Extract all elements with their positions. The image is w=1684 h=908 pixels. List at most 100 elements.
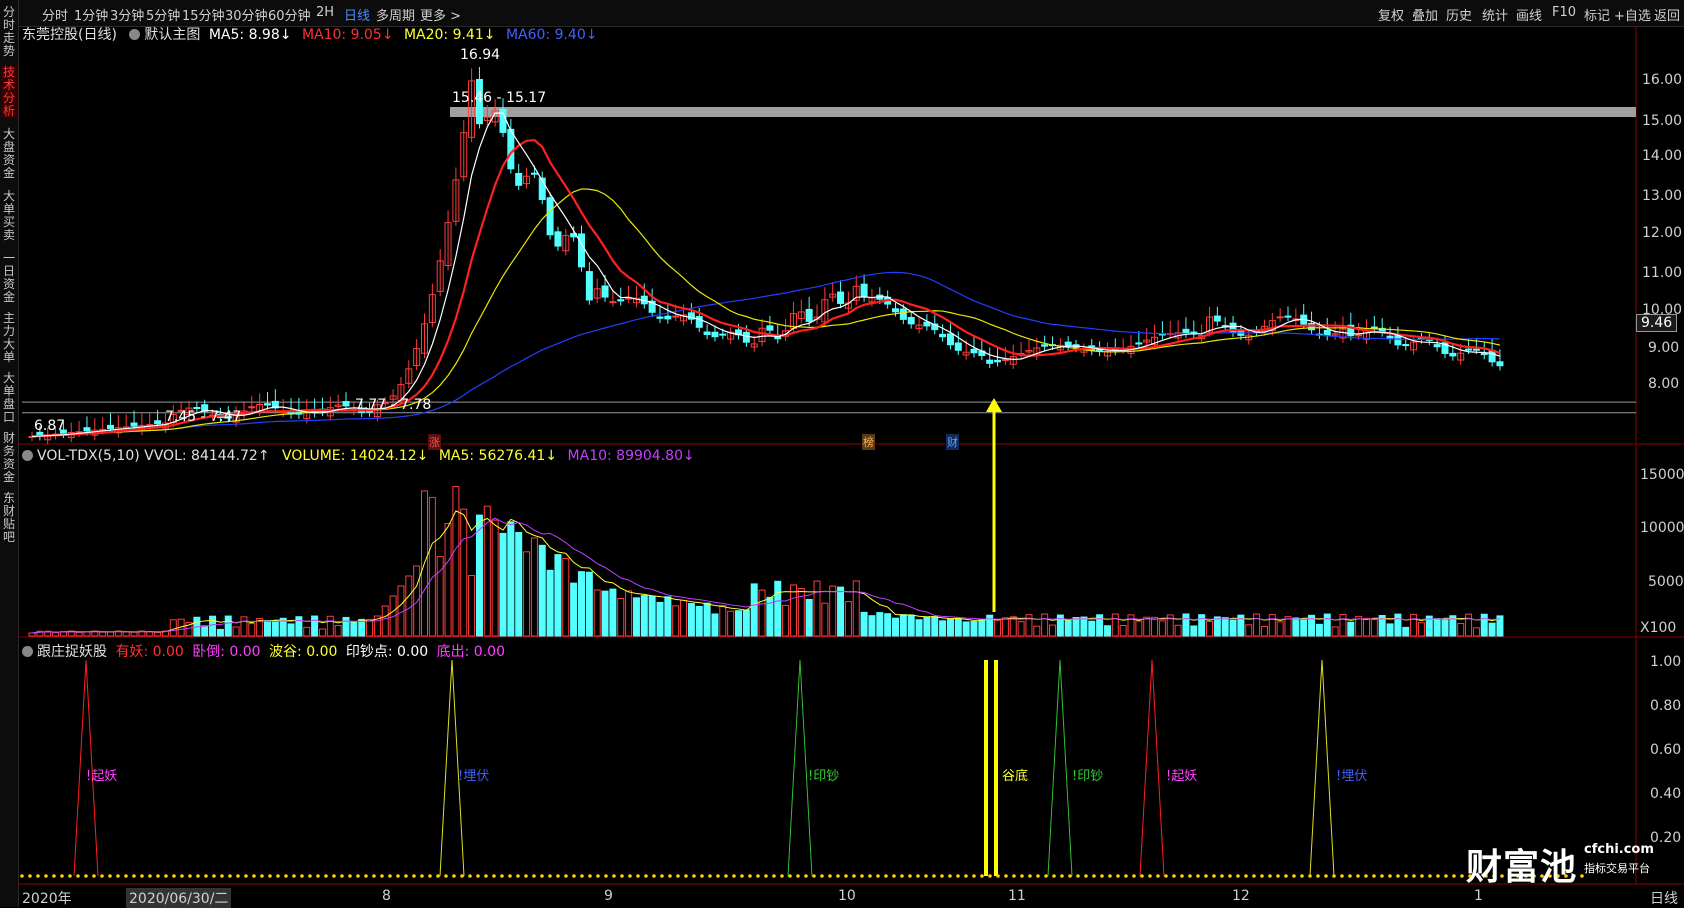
baseline-dot <box>756 874 760 878</box>
rank-marker[interactable]: 榜 <box>862 434 875 450</box>
volume-bar <box>358 618 366 637</box>
signal-spike <box>1139 659 1165 877</box>
indicator-settings-icon[interactable] <box>22 646 33 657</box>
baseline-dot <box>260 874 264 878</box>
baseline-dot <box>812 874 816 878</box>
candle-body <box>1402 344 1410 347</box>
candle-body <box>954 342 962 351</box>
volume-bar <box>1488 622 1496 637</box>
baseline-dot <box>908 874 912 878</box>
baseline-dot <box>1028 874 1032 878</box>
baseline-dot <box>68 874 72 878</box>
price-tick-9: 9.00 <box>1648 340 1680 356</box>
volume-bar <box>962 621 970 637</box>
volume-bar <box>1033 625 1041 637</box>
ind-bogu: 波谷: 0.00 <box>269 644 338 660</box>
signal-yinchao-1: !印钞 <box>808 769 840 784</box>
volume-bar <box>318 628 326 637</box>
volume-bar <box>1441 618 1449 637</box>
finance-marker[interactable]: 财 <box>946 434 959 450</box>
baseline-dot <box>1236 874 1240 878</box>
baseline-dot <box>1108 874 1112 878</box>
candle-body <box>609 301 617 304</box>
baseline-dot <box>596 874 600 878</box>
volume-bar <box>1001 617 1009 637</box>
baseline-dot <box>988 874 992 878</box>
volume-bar <box>1151 616 1159 637</box>
baseline-dot <box>156 874 160 878</box>
volume-bar <box>1457 622 1465 637</box>
volume-bar <box>954 617 962 637</box>
candle-body <box>672 315 680 318</box>
volume-bar <box>1088 620 1096 637</box>
volume-bar <box>491 519 499 637</box>
baseline-dot <box>1116 874 1120 878</box>
candle-body <box>264 403 271 406</box>
baseline-dot <box>932 874 936 878</box>
volume-bar <box>452 486 460 637</box>
volume-settings-icon[interactable] <box>22 450 33 461</box>
volume-bar <box>52 632 60 637</box>
template-name[interactable]: 默认主图 <box>144 27 200 43</box>
baseline-dot <box>140 874 144 878</box>
baseline-dot <box>1012 874 1016 878</box>
baseline-dot <box>436 874 440 878</box>
baseline-dot <box>644 874 648 878</box>
volume-header: VOL-TDX(5,10) VVOL: 84144.72↑ VOLUME: 14… <box>22 448 695 464</box>
candle-body <box>617 299 625 302</box>
price-tick-15: 15.00 <box>1642 113 1683 129</box>
baseline-dot <box>452 874 456 878</box>
baseline-dot <box>572 874 576 878</box>
baseline-dot <box>580 874 584 878</box>
volume-bar <box>562 558 570 637</box>
baseline-dot <box>692 874 696 878</box>
baseline-dot <box>540 874 544 878</box>
candle-body <box>1182 328 1190 334</box>
baseline-dot <box>148 874 152 878</box>
volume-bar <box>381 605 389 637</box>
baseline-dot <box>1412 874 1416 878</box>
baseline-dot <box>36 874 40 878</box>
candle-body <box>656 316 664 319</box>
baseline-dot <box>324 874 328 878</box>
baseline-dot <box>516 874 520 878</box>
settings-icon[interactable] <box>129 29 141 40</box>
candle-body <box>711 331 719 338</box>
price-tick-14: 14.00 <box>1642 148 1683 164</box>
volume-bar <box>632 597 640 637</box>
ind-dichu: 底出: 0.00 <box>436 644 505 660</box>
candle-body <box>970 348 978 354</box>
baseline-dot <box>1324 874 1328 878</box>
volume-bar <box>609 588 617 637</box>
baseline-dot <box>1380 874 1384 878</box>
volume-bar <box>852 580 860 637</box>
candle-body <box>1284 315 1292 318</box>
baseline-dot <box>180 874 184 878</box>
volume-bar <box>107 631 114 637</box>
baseline-dot <box>788 874 792 878</box>
volume-bar <box>507 521 515 637</box>
volume-bar <box>915 619 923 637</box>
baseline-dot <box>84 874 88 878</box>
signal-bar <box>994 660 998 876</box>
volume-bar <box>1174 624 1182 637</box>
baseline-dot <box>828 874 832 878</box>
volume-bar <box>774 580 782 637</box>
ma10-line <box>31 139 1501 438</box>
volume-bar <box>1245 624 1253 637</box>
candle-body <box>1213 315 1221 322</box>
baseline-dot <box>996 874 1000 878</box>
signal-bar <box>984 660 988 876</box>
baseline-dot <box>428 874 432 878</box>
volume-bar <box>554 554 562 637</box>
baseline-dot <box>340 874 344 878</box>
baseline-dot <box>564 874 568 878</box>
baseline-dot <box>948 874 952 878</box>
baseline-dot <box>492 874 496 878</box>
volume-bar <box>946 618 954 637</box>
volume-bar <box>468 575 476 637</box>
baseline-dot <box>108 874 112 878</box>
volume-bar <box>1143 616 1151 637</box>
candle-body <box>1449 352 1457 357</box>
baseline-dot <box>1276 874 1280 878</box>
